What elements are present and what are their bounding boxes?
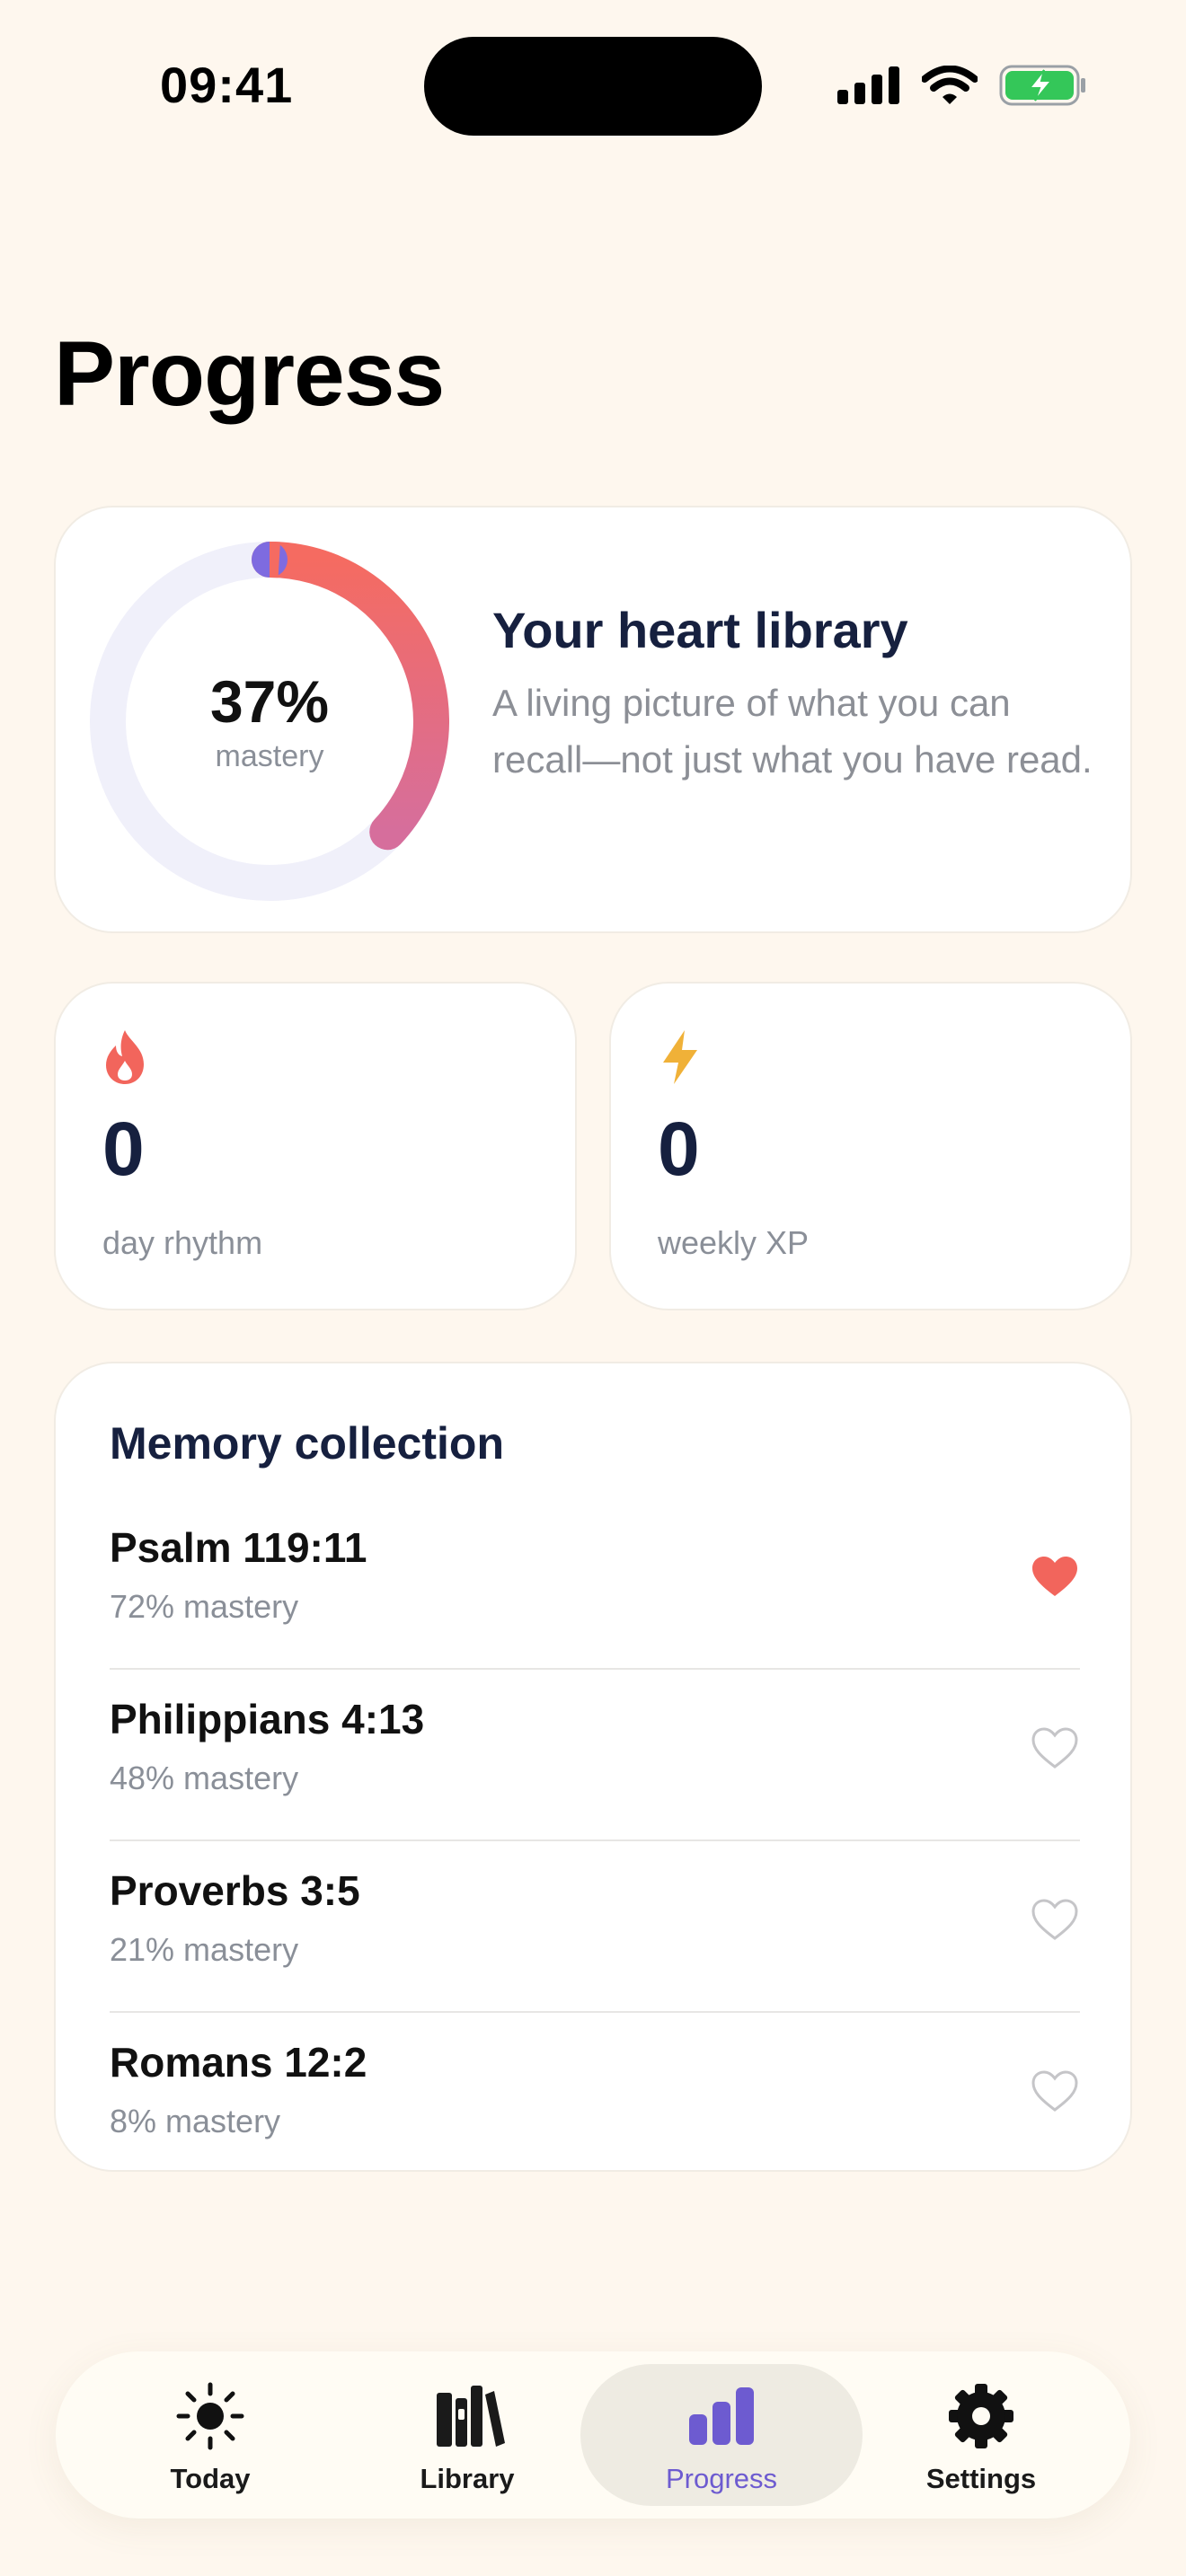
memory-item[interactable]: Proverbs 3:5 21% mastery: [110, 1841, 1080, 2013]
mastery-value: 37%: [209, 668, 330, 735]
heart-outline-icon[interactable]: [1030, 1897, 1080, 1942]
status-icons: [837, 63, 1087, 108]
memory-item[interactable]: Psalm 119:11 72% mastery: [110, 1498, 1080, 1670]
library-title: Your heart library: [492, 602, 908, 658]
memory-collection-card: Memory collection Psalm 119:11 72% maste…: [54, 1362, 1132, 2172]
wifi-icon: [922, 66, 978, 104]
tab-today[interactable]: Today: [83, 2351, 338, 2519]
battery-charging-icon: [999, 65, 1085, 106]
tab-today-label: Today: [170, 2463, 251, 2494]
flame-icon: [106, 1030, 144, 1084]
weekly-xp-label: weekly XP: [658, 1224, 810, 1261]
memory-item[interactable]: Romans 12:2 8% mastery: [110, 2013, 1080, 2184]
verse-mastery: 48% mastery: [110, 1760, 299, 1796]
memory-collection-title: Memory collection: [110, 1418, 504, 1469]
status-time: 09:41: [160, 57, 294, 113]
day-rhythm-label: day rhythm: [102, 1224, 263, 1261]
heart-filled-icon[interactable]: [1030, 1554, 1080, 1599]
tab-progress[interactable]: Progress: [580, 2351, 863, 2519]
verse-mastery: 8% mastery: [110, 2103, 281, 2139]
books-icon: [437, 2386, 505, 2447]
tab-bar: Today Library Progress Settings: [56, 2351, 1130, 2519]
verse-mastery: 21% mastery: [110, 1931, 299, 1968]
verse-reference: Romans 12:2: [110, 2039, 367, 2086]
verse-reference: Proverbs 3:5: [110, 1867, 360, 1914]
library-description: A living picture of what you can recall—…: [492, 682, 1093, 781]
weekly-xp-value: 0: [658, 1107, 700, 1191]
verse-reference: Philippians 4:13: [110, 1696, 425, 1742]
tab-library[interactable]: Library: [340, 2351, 595, 2519]
sun-icon: [176, 2382, 244, 2450]
tab-settings[interactable]: Settings: [854, 2351, 1109, 2519]
bar-chart-icon: [689, 2387, 754, 2445]
cellular-signal-icon: [837, 66, 899, 104]
page-title: Progress: [54, 322, 445, 425]
gear-icon: [949, 2384, 1013, 2448]
day-rhythm-value: 0: [102, 1107, 145, 1191]
dynamic-island: [424, 37, 762, 136]
weekly-xp-card: 0 weekly XP: [609, 982, 1132, 1310]
day-rhythm-card: 0 day rhythm: [54, 982, 577, 1310]
mastery-label: mastery: [215, 739, 324, 773]
verse-reference: Psalm 119:11: [110, 1524, 367, 1571]
tab-progress-label: Progress: [665, 2463, 778, 2494]
heart-outline-icon[interactable]: [1030, 2069, 1080, 2113]
tab-settings-label: Settings: [925, 2463, 1037, 2494]
memory-item[interactable]: Philippians 4:13 48% mastery: [110, 1670, 1080, 1841]
heart-library-card: 37% mastery Your heart library A living …: [54, 506, 1132, 933]
status-bar: 09:41: [0, 0, 1186, 171]
verse-mastery: 72% mastery: [110, 1588, 299, 1625]
tab-library-label: Library: [420, 2463, 515, 2494]
memory-list: Psalm 119:11 72% mastery Philippians 4:1…: [110, 1498, 1080, 2184]
heart-outline-icon[interactable]: [1030, 1725, 1080, 1770]
lightning-icon: [663, 1030, 697, 1084]
